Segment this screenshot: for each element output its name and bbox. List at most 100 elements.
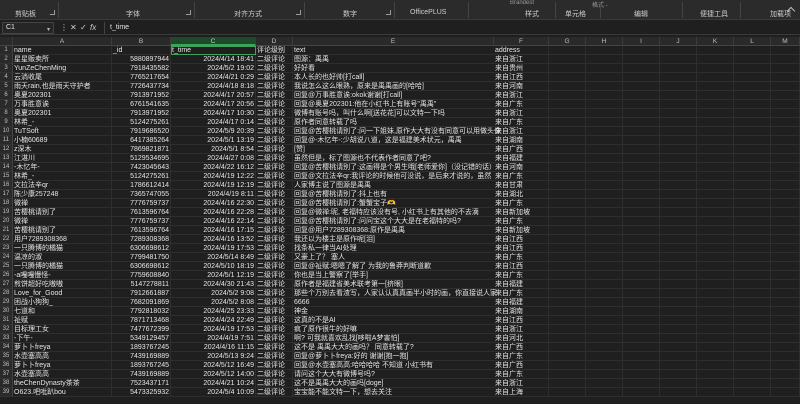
font-launcher-icon[interactable] xyxy=(186,10,191,15)
empty-cell[interactable] xyxy=(697,388,734,397)
empty-cell[interactable] xyxy=(586,91,623,100)
cell-e[interactable]: 回复@微禅:昵, 老福特应该没有号, 小红书上有其他的不去滴 xyxy=(293,208,494,217)
empty-cell[interactable] xyxy=(549,118,586,127)
cell-a[interactable]: 一只腾博的橘猫 xyxy=(13,244,112,253)
cell-a[interactable]: 奥夏202301 xyxy=(13,109,112,118)
empty-cell[interactable] xyxy=(660,325,697,334)
more-options-icon[interactable]: ⋮ xyxy=(60,22,68,34)
empty-cell[interactable] xyxy=(586,361,623,370)
cell-a[interactable]: 星星贩卖所 xyxy=(13,55,112,64)
empty-cell[interactable] xyxy=(623,100,660,109)
empty-cell[interactable] xyxy=(697,91,734,100)
empty-cell[interactable] xyxy=(586,199,623,208)
cell-a[interactable]: 苦樱桃请别了 xyxy=(13,226,112,235)
row-number[interactable]: 8 xyxy=(0,109,13,118)
row-number[interactable]: 34 xyxy=(0,343,13,352)
cell-f[interactable]: 来自浙江 xyxy=(494,91,549,100)
cell-e[interactable]: 回复@用户7289308368:原作是禹禹 xyxy=(293,226,494,235)
empty-cell[interactable] xyxy=(697,262,734,271)
cell-f[interactable]: 来自广东 xyxy=(494,118,549,127)
empty-cell[interactable] xyxy=(734,82,771,91)
empty-cell[interactable] xyxy=(697,118,734,127)
empty-cell[interactable] xyxy=(623,82,660,91)
cell-d[interactable]: 二级评论 xyxy=(256,109,293,118)
empty-cell[interactable] xyxy=(549,46,586,55)
cell-c[interactable]: 2024/4/22 16:12 xyxy=(171,163,256,172)
row-number[interactable]: 11 xyxy=(0,136,13,145)
empty-cell[interactable] xyxy=(771,388,800,397)
empty-cell[interactable] xyxy=(623,307,660,316)
cell-e[interactable]: 疯了原作很牛的好嘛 xyxy=(293,325,494,334)
cell-a[interactable]: 林希_- xyxy=(13,172,112,181)
cell-c[interactable]: 2024/4/16 22:14 xyxy=(171,217,256,226)
row-number[interactable]: 17 xyxy=(0,190,13,199)
cell-a[interactable]: theChenDynasty茶茶 xyxy=(13,379,112,388)
cell-c[interactable]: 2024/4/17 0:14 xyxy=(171,118,256,127)
cell-a[interactable]: z深木 xyxy=(13,145,112,154)
cell-b[interactable]: 7439169889 xyxy=(112,370,171,379)
row-number[interactable]: 20 xyxy=(0,217,13,226)
empty-cell[interactable] xyxy=(549,352,586,361)
cell-a[interactable]: O623.吧吡趴bou xyxy=(13,388,112,397)
empty-cell[interactable] xyxy=(697,325,734,334)
empty-cell[interactable] xyxy=(623,127,660,136)
empty-cell[interactable] xyxy=(660,55,697,64)
empty-cell[interactable] xyxy=(660,127,697,136)
cell-b[interactable]: 7799481750 xyxy=(112,253,171,262)
cell-a[interactable]: 一只腾博的橘猫 xyxy=(13,262,112,271)
empty-cell[interactable] xyxy=(586,118,623,127)
empty-cell[interactable] xyxy=(771,343,800,352)
cell-c[interactable]: 2024/4/19 8:11 xyxy=(171,190,256,199)
clipboard-launcher-icon[interactable] xyxy=(50,10,55,15)
row-number[interactable]: 12 xyxy=(0,145,13,154)
row-number[interactable]: 31 xyxy=(0,316,13,325)
empty-cell[interactable] xyxy=(586,334,623,343)
cell-a[interactable]: 万事胜意诶 xyxy=(13,100,112,109)
empty-cell[interactable] xyxy=(586,64,623,73)
empty-cell[interactable] xyxy=(734,253,771,262)
empty-cell[interactable] xyxy=(734,361,771,370)
empty-cell[interactable] xyxy=(623,244,660,253)
cell-b[interactable]: 7918435582 xyxy=(112,64,171,73)
empty-cell[interactable] xyxy=(623,190,660,199)
cell-b[interactable]: 5880897944 xyxy=(112,55,171,64)
empty-cell[interactable] xyxy=(623,370,660,379)
cell-b[interactable]: 5124275261 xyxy=(112,118,171,127)
cell-e[interactable]: 回复@奥夏202301:他在小红书上有账号"禹禹" xyxy=(293,100,494,109)
cell-b[interactable]: 6306698612 xyxy=(112,262,171,271)
cell-d[interactable]: 二级评论 xyxy=(256,208,293,217)
empty-cell[interactable] xyxy=(660,145,697,154)
cell-a[interactable]: name xyxy=(13,46,112,55)
empty-cell[interactable] xyxy=(771,190,800,199)
empty-cell[interactable] xyxy=(734,334,771,343)
row-number[interactable]: 28 xyxy=(0,289,13,298)
empty-cell[interactable] xyxy=(549,145,586,154)
cell-a[interactable]: 苦樱桃请别了 xyxy=(13,208,112,217)
cell-b[interactable]: 7365747055 xyxy=(112,190,171,199)
empty-cell[interactable] xyxy=(586,316,623,325)
empty-cell[interactable] xyxy=(697,100,734,109)
cell-e[interactable]: 这不是 禹禹大大的画吗？ 同意转载了? xyxy=(293,343,494,352)
cancel-icon[interactable]: ✕ xyxy=(70,22,77,34)
cell-d[interactable]: 二级评论 xyxy=(256,118,293,127)
empty-cell[interactable] xyxy=(549,388,586,397)
cell-d[interactable]: 二级评论 xyxy=(256,244,293,253)
empty-cell[interactable] xyxy=(660,235,697,244)
cell-a[interactable]: Love_for_Good xyxy=(13,289,112,298)
empty-cell[interactable] xyxy=(771,82,800,91)
empty-cell[interactable] xyxy=(697,352,734,361)
cell-c[interactable]: t_time xyxy=(171,46,256,55)
empty-cell[interactable] xyxy=(660,361,697,370)
empty-cell[interactable] xyxy=(734,343,771,352)
empty-cell[interactable] xyxy=(623,217,660,226)
cell-c[interactable]: 2024/5/13 9:24 xyxy=(171,352,256,361)
cell-f[interactable]: 来自福建 xyxy=(494,298,549,307)
cell-d[interactable]: 二级评论 xyxy=(256,82,293,91)
empty-cell[interactable] xyxy=(623,253,660,262)
cell-b[interactable]: 7423045643 xyxy=(112,163,171,172)
empty-cell[interactable] xyxy=(549,226,586,235)
empty-cell[interactable] xyxy=(660,154,697,163)
empty-cell[interactable] xyxy=(697,136,734,145)
row-number[interactable]: 18 xyxy=(0,199,13,208)
cell-a[interactable]: 温凉的淑 xyxy=(13,253,112,262)
